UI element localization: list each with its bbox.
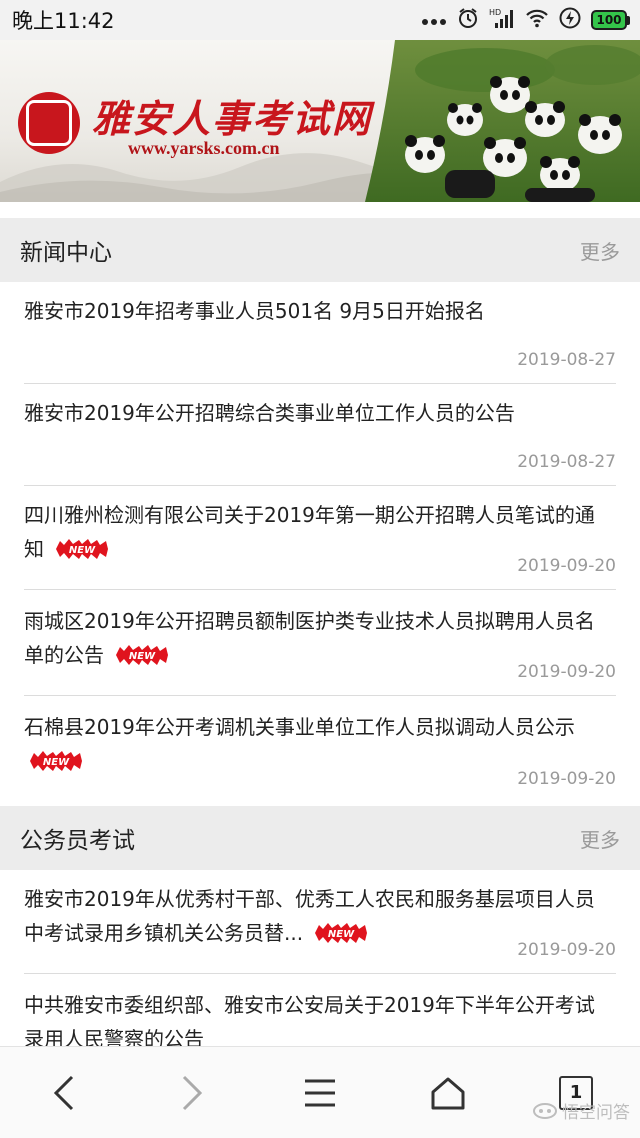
news-item-date: 2019-08-27 [509, 350, 616, 370]
site-logo-url: www.yarsks.com.cn [128, 138, 280, 158]
wifi-icon [525, 8, 549, 33]
new-badge-icon: NEW [30, 750, 82, 771]
watermark-text: 悟空问答 [562, 1103, 630, 1123]
status-time: 晚上11:42 [12, 9, 115, 33]
news-item[interactable]: 雅安市2019年招考事业人员501名 9月5日开始报名 2019-08-27 [24, 294, 616, 384]
back-button[interactable] [32, 1061, 96, 1125]
news-item-title[interactable]: 雅安市2019年招考事业人员501名 9月5日开始报名 [24, 294, 616, 328]
browser-bottom-bar: 1 [0, 1046, 640, 1138]
menu-button[interactable] [288, 1061, 352, 1125]
hd-signal-icon: HD [489, 7, 515, 34]
alarm-icon [457, 7, 479, 34]
forward-button[interactable] [160, 1061, 224, 1125]
charging-icon [559, 7, 581, 34]
news-item-title[interactable]: 雅安市2019年从优秀村干部、优秀工人农民和服务基层项目人员中考试录用乡镇机关公… [24, 887, 595, 945]
civil-section-header: 公务员考试 更多 [0, 806, 640, 870]
svg-text:HD: HD [489, 8, 501, 17]
watermark: 悟空问答 [532, 1098, 630, 1123]
svg-text:NEW: NEW [129, 651, 156, 662]
news-item-date: 2019-09-20 [509, 769, 616, 789]
forward-icon [182, 1075, 203, 1110]
panda-photo [365, 40, 640, 202]
news-section-header: 新闻中心 更多 [0, 218, 640, 282]
news-item-date: 2019-08-27 [509, 452, 616, 472]
svg-text:NEW: NEW [328, 929, 355, 940]
news-item-title-wrap[interactable]: 石棉县2019年公开考调机关事业单位工作人员拟调动人员公示 NEW [24, 710, 616, 778]
news-item[interactable]: 雅安市2019年从优秀村干部、优秀工人农民和服务基层项目人员中考试录用乡镇机关公… [24, 882, 616, 974]
news-item-date: 2019-09-20 [509, 940, 616, 960]
site-banner[interactable]: 雅安人事考试网 www.yarsks.com.cn [0, 40, 640, 202]
news-item-date: 2019-09-20 [509, 556, 616, 576]
new-badge-icon: NEW [56, 538, 109, 559]
new-badge-icon: NEW [315, 922, 368, 943]
news-item-title[interactable]: 雨城区2019年公开招聘员额制医护类专业技术人员拟聘用人员名单的公告 [24, 609, 595, 667]
more-dots-icon [421, 10, 447, 31]
battery-level: 100 [591, 10, 627, 30]
news-item-date: 2019-09-20 [509, 662, 616, 682]
status-icons: HD 100 [421, 7, 630, 34]
back-icon [53, 1075, 74, 1110]
svg-text:NEW: NEW [43, 757, 70, 768]
news-item[interactable]: 雨城区2019年公开招聘员额制医护类专业技术人员拟聘用人员名单的公告 NEW 2… [24, 604, 616, 696]
news-more-link[interactable]: 更多 [580, 236, 620, 265]
menu-icon [305, 1079, 335, 1106]
site-logo-seal-icon [18, 92, 80, 154]
news-item-title[interactable]: 石棉县2019年公开考调机关事业单位工作人员拟调动人员公示 [24, 715, 575, 739]
civil-more-link[interactable]: 更多 [580, 824, 620, 853]
svg-text:NEW: NEW [69, 545, 96, 556]
new-badge-icon: NEW [116, 644, 169, 665]
news-item-title[interactable]: 雅安市2019年公开招聘综合类事业单位工作人员的公告 [24, 396, 616, 430]
home-button[interactable] [416, 1061, 480, 1125]
battery-icon: 100 [591, 10, 630, 30]
news-item[interactable]: 石棉县2019年公开考调机关事业单位工作人员拟调动人员公示 NEW 2019-0… [24, 710, 616, 802]
news-section-title: 新闻中心 [20, 240, 112, 266]
home-icon [431, 1077, 465, 1109]
status-bar: 晚上11:42 HD 100 [0, 0, 640, 40]
civil-section-title: 公务员考试 [20, 828, 135, 854]
news-item[interactable]: 雅安市2019年公开招聘综合类事业单位工作人员的公告 2019-08-27 [24, 396, 616, 486]
news-item[interactable]: 四川雅州检测有限公司关于2019年第一期公开招聘人员笔试的通知 NEW 2019… [24, 498, 616, 590]
site-logo-title: 雅安人事考试网 [92, 96, 373, 141]
wukong-logo-icon [533, 1102, 557, 1119]
